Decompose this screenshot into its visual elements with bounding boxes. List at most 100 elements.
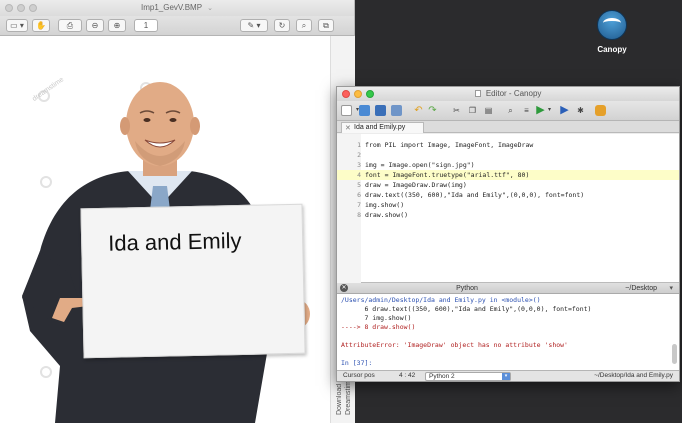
print-icon[interactable]: ⎙ [58,19,82,32]
console-line: /Users/admin/Desktop/Ida and Emily.py in… [341,296,541,304]
toolbox-icon[interactable]: ⧉ [318,19,334,32]
line-number: 3 [357,161,361,169]
preview-toolbar: ▭ ▾ ✋ ⎙ ⊖ ⊕ 1 ✎ ▾ ↻ ⌕ ⧉ [0,16,354,36]
cursor-value: 4 : 42 [399,372,416,379]
python-console[interactable]: /Users/admin/Desktop/Ida and Emily.py in… [337,294,679,370]
ear-left [120,117,130,135]
python-panel-title: Python [456,285,478,292]
tab-label: Ida and Emily.py [354,124,406,131]
code-line: 8 draw.show() [337,210,679,220]
canopy-editor-window: Editor - Canopy ▾ ↶ ↷ ✂ ❐ ▤ ⌕ ≡ ▶ ▾ ▶ ✱ … [336,86,680,382]
paste-icon[interactable]: ▤ [483,105,494,116]
eye-right [169,118,177,122]
image-canvas: dreamstime dreamstime [0,36,330,423]
minimize-button[interactable] [17,4,25,12]
console-scrollbar[interactable] [672,344,677,364]
indent-icon[interactable]: ≡ [521,105,532,116]
zoom-out-icon[interactable]: ⊖ [86,19,104,32]
new-file-icon[interactable] [341,105,352,116]
line-number: 8 [357,211,361,219]
line-number: 5 [357,181,361,189]
window-controls [342,90,374,98]
code-text: img.show() [365,201,405,209]
window-controls [5,4,37,12]
code-text: font = ImageFont.truetype("arial.ttf", 8… [365,171,530,179]
close-button[interactable] [5,4,13,12]
sign-text: Ida and Emily [107,227,242,256]
code-line: 3 img = Image.open("sign.jpg") [337,160,679,170]
zoom-button[interactable] [366,90,374,98]
zoom-in-icon[interactable]: ⊕ [108,19,126,32]
editor-tabbar: ✕ Ida and Emily.py [337,121,679,133]
close-button[interactable] [342,90,350,98]
preview-title: Imp1_GevV.BMP [140,3,202,12]
python-panel-header: ✕ Python ~/Desktop ▾ [337,283,679,294]
code-text: draw.show() [365,211,409,219]
console-line: AttributeError: 'ImageDraw' object has n… [341,341,568,349]
hand-icon[interactable]: ✋ [32,19,50,32]
canopy-app-icon[interactable] [597,10,627,40]
console-line: 6 draw.text((350, 600),"Ida and Emily",(… [341,305,592,313]
code-line: 5 draw = ImageDraw.Draw(img) [337,180,679,190]
code-text: draw.text((350, 600),"Ida and Emily",(0,… [365,191,585,199]
console-line: In [37]: [341,359,373,367]
console-line: 7 img.show() [341,314,412,322]
interpreter-value: Python 2 [429,373,455,380]
zoom-field[interactable]: 1 [134,19,158,32]
close-icon[interactable]: ✕ [345,124,351,134]
line-number: 6 [357,191,361,199]
editor-title: Editor - Canopy [485,89,542,98]
save-icon[interactable] [375,105,386,116]
line-number: 7 [357,201,361,209]
code-line: 4 font = ImageFont.truetype("arial.ttf", … [337,170,679,180]
redo-icon[interactable]: ↷ [427,105,438,116]
editor-toolbar: ▾ ↶ ↷ ✂ ❐ ▤ ⌕ ≡ ▶ ▾ ▶ ✱ [337,101,679,121]
sidebar-toggle-button[interactable]: ▭ ▾ [6,19,28,32]
markup-pen-icon[interactable]: ✎ ▾ [240,19,268,32]
code-line: 6 draw.text((350, 600),"Ida and Emily",(0… [337,190,679,200]
sign-board: Ida and Emily [80,203,306,359]
undo-icon[interactable]: ↶ [413,105,424,116]
ear-right [190,117,200,135]
head [126,82,194,166]
debug-icon[interactable]: ▶ [559,105,570,116]
preview-titlebar: Imp1_GevV.BMP ⌄ [0,0,354,16]
minimize-button[interactable] [354,90,362,98]
run-dropdown-icon[interactable]: ▾ [544,105,555,116]
copy-icon[interactable]: ❐ [467,105,478,116]
console-line: ----> 8 draw.show() [341,323,416,331]
open-icon[interactable] [359,105,370,116]
code-editor[interactable]: 1 from PIL import Image, ImageFont, Image… [337,134,679,283]
code-text: img = Image.open("sign.jpg") [365,161,475,169]
status-bar: Cursor pos 4 : 42 Python 2 ▾ ~/Desktop/I… [337,370,679,381]
preview-window: Imp1_GevV.BMP ⌄ ▭ ▾ ✋ ⎙ ⊖ ⊕ 1 ✎ ▾ ↻ ⌕ ⧉ … [0,0,355,423]
status-file-path: ~/Desktop/Ida and Emily.py [594,372,673,379]
find-icon[interactable]: ⌕ [505,105,516,116]
zoom-button[interactable] [29,4,37,12]
line-number: 1 [357,141,361,149]
line-number: 4 [357,171,361,179]
canopy-app-label: Canopy [597,45,627,54]
editor-titlebar: Editor - Canopy [337,87,679,101]
save-as-icon[interactable] [391,105,402,116]
cursor-label: Cursor pos [343,372,375,379]
code-line: 1 from PIL import Image, ImageFont, Image… [337,140,679,150]
tab-ida-and-emily[interactable]: ✕ Ida and Emily.py [341,122,425,134]
python-panel-path: ~/Desktop [625,285,657,292]
code-text: from PIL import Image, ImageFont, ImageD… [365,141,534,149]
chevron-down-icon[interactable]: ⌄ [207,5,213,12]
document-icon [474,90,481,97]
package-manager-icon[interactable] [595,105,606,116]
rotate-icon[interactable]: ↻ [274,19,290,32]
chevron-down-icon[interactable]: ▾ [669,283,673,294]
cut-icon[interactable]: ✂ [451,105,462,116]
code-text: draw = ImageDraw.Draw(img) [365,181,467,189]
interpreter-select[interactable]: Python 2 ▾ [425,372,511,381]
settings-icon[interactable]: ✱ [575,105,586,116]
chevron-down-icon: ▾ [502,373,510,380]
line-number: 2 [357,151,361,159]
eye-left [143,118,151,122]
code-line: 2 [337,150,679,160]
search-icon[interactable]: ⌕ [296,19,312,32]
code-line: 7 img.show() [337,200,679,210]
